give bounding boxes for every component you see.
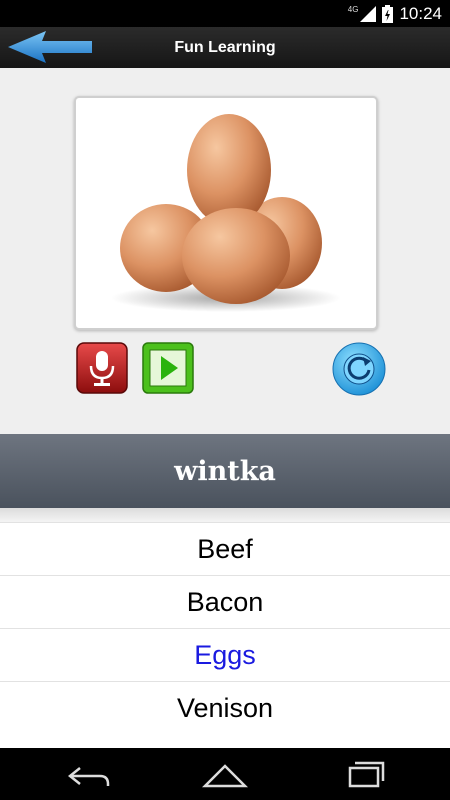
nav-recents-icon — [348, 761, 385, 788]
title-bar: Fun Learning — [0, 27, 450, 69]
battery-icon — [382, 4, 394, 23]
network-type: 4G — [347, 5, 359, 14]
word-label: wintka — [174, 456, 276, 487]
picture-card — [74, 96, 378, 330]
play-button[interactable] — [142, 342, 194, 394]
answer-list: Beef Bacon Eggs Venison — [0, 522, 450, 748]
eggs-image — [111, 114, 341, 312]
option-bacon[interactable]: Bacon — [0, 575, 450, 628]
nav-home-icon — [201, 764, 249, 788]
option-eggs[interactable]: Eggs — [0, 628, 450, 681]
refresh-icon — [332, 342, 386, 396]
clock: 10:24 — [399, 3, 442, 23]
word-banner: wintka — [0, 434, 450, 508]
record-button[interactable] — [76, 342, 128, 394]
nav-back-button[interactable] — [58, 756, 118, 792]
play-icon — [142, 342, 194, 394]
refresh-button[interactable] — [332, 342, 386, 396]
status-icons: 4G 10:24 — [348, 0, 442, 27]
option-venison[interactable]: Venison — [0, 681, 450, 734]
nav-home-button[interactable] — [195, 756, 255, 792]
signal-icon — [360, 5, 377, 22]
nav-back-icon — [67, 767, 110, 786]
status-bar: 4G 10:24 — [0, 0, 450, 27]
app-title: Fun Learning — [174, 39, 276, 56]
navigation-bar — [0, 748, 450, 800]
microphone-icon — [76, 342, 128, 394]
option-beef[interactable]: Beef — [0, 522, 450, 575]
lesson-area — [0, 68, 450, 434]
banner-divider — [0, 508, 450, 522]
nav-recents-button[interactable] — [333, 756, 393, 792]
